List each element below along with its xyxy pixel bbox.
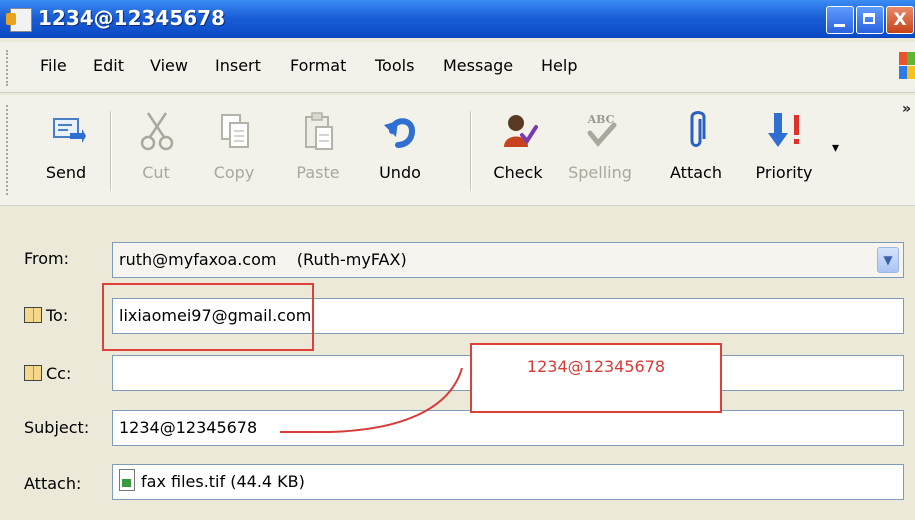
to-field-highlight (102, 283, 314, 351)
copy-icon (221, 114, 249, 148)
undo-icon (384, 118, 416, 148)
address-book-icon (24, 307, 42, 323)
undo-button[interactable]: Undo (362, 105, 438, 201)
check-label: Check (493, 163, 543, 182)
from-label: From: (24, 249, 70, 268)
send-icon (53, 118, 86, 143)
menu-message[interactable]: Message (443, 56, 513, 75)
from-value: ruth@myfaxoa.com (Ruth-myFAX) (119, 250, 407, 269)
cc-label: Cc: (46, 364, 72, 383)
toolbar-grip[interactable] (6, 105, 10, 195)
menu-edit[interactable]: Edit (93, 56, 124, 75)
svg-text:ABC: ABC (587, 113, 615, 126)
check-names-button[interactable]: Check (480, 105, 556, 201)
menu-format[interactable]: Format (290, 56, 346, 75)
priority-button[interactable]: Priority (746, 105, 822, 201)
priority-icon (768, 113, 799, 147)
title-bar: 1234@12345678 X (0, 0, 915, 38)
minimize-button[interactable] (826, 6, 854, 34)
toolbar-separator (110, 111, 112, 191)
menu-tools[interactable]: Tools (375, 56, 414, 75)
spelling-icon: ABC (587, 113, 617, 147)
check-names-icon (504, 115, 538, 147)
send-label: Send (45, 163, 87, 182)
menu-bar: File Edit View Insert Format Tools Messa… (0, 42, 915, 93)
callout-connector (280, 367, 463, 433)
toolbar-more-chevron[interactable]: » (902, 101, 911, 117)
callout-text: 1234@12345678 (526, 357, 666, 376)
priority-dropdown-arrow[interactable]: ▾ (832, 141, 842, 155)
attachments-field[interactable]: fax files.tif (44.4 KB) (112, 464, 904, 500)
menu-insert[interactable]: Insert (215, 56, 261, 75)
paperclip-icon (690, 111, 706, 147)
scissors-icon (140, 112, 174, 151)
menu-grip[interactable] (6, 50, 10, 86)
spelling-button[interactable]: ABC Spelling (562, 105, 638, 201)
spelling-label: Spelling (568, 163, 632, 182)
to-button[interactable]: To: (24, 306, 68, 325)
priority-label: Priority (755, 163, 813, 182)
copy-button[interactable]: Copy (196, 105, 272, 201)
attach-field-label: Attach: (24, 474, 82, 493)
subject-value: 1234@12345678 (119, 418, 258, 437)
attach-label: Attach (670, 163, 722, 182)
undo-label: Undo (379, 163, 421, 182)
from-select[interactable]: ruth@myfaxoa.com (Ruth-myFAX) ▼ (112, 242, 904, 278)
to-label: To: (46, 306, 69, 325)
tif-file-icon (119, 469, 135, 491)
close-icon: X (893, 10, 907, 30)
copy-label: Copy (213, 163, 255, 182)
close-button[interactable]: X (886, 6, 914, 34)
paste-button[interactable]: Paste (280, 105, 356, 201)
cut-label: Cut (142, 163, 170, 182)
menu-help[interactable]: Help (541, 56, 577, 75)
callout-box: 1234@12345678 (470, 343, 722, 413)
send-button[interactable]: Send (28, 105, 104, 201)
paste-label: Paste (296, 163, 340, 182)
maximize-button[interactable] (856, 6, 884, 34)
address-book-icon (24, 365, 42, 381)
toolbar-separator (470, 111, 472, 191)
attach-button[interactable]: Attach (658, 105, 734, 201)
windows-logo-icon (899, 52, 915, 80)
paste-icon (305, 112, 333, 150)
menu-file[interactable]: File (40, 56, 67, 75)
subject-label: Subject: (24, 418, 90, 437)
window-title: 1234@12345678 (38, 6, 225, 30)
subject-field[interactable]: 1234@12345678 (112, 410, 904, 446)
attachment-item[interactable]: fax files.tif (44.4 KB) (141, 472, 305, 491)
cut-button[interactable]: Cut (118, 105, 194, 201)
menu-view[interactable]: View (150, 56, 188, 75)
message-window-icon (6, 8, 32, 32)
chevron-down-icon[interactable]: ▼ (877, 247, 899, 273)
cc-button[interactable]: Cc: (24, 364, 71, 383)
toolbar: Send Cut Copy Paste Undo Check ABC Spell… (0, 95, 915, 206)
